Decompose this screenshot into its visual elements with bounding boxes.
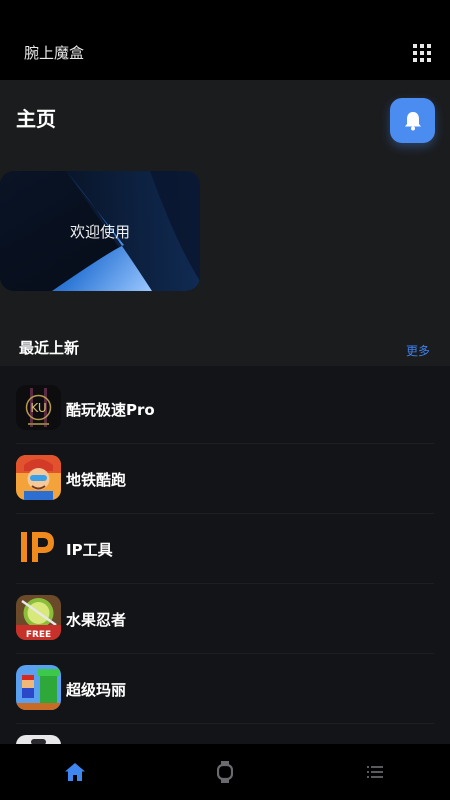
ku-logo-icon: KU [16,385,61,430]
app-name: 水果忍者 [66,611,127,629]
home-icon [65,763,85,781]
bottom-nav [0,744,450,800]
grid-menu-icon[interactable] [413,44,431,62]
list-item[interactable]: IP工具 [16,514,434,584]
recent-app-list: KU 酷玩极速Pro 地铁酷跑 IP工具 FREE 水果忍者 超级玛丽 [0,366,450,744]
app-name: 超级玛丽 [66,681,127,699]
list-item[interactable]: 超级玛丽 [16,654,434,724]
list-item[interactable] [16,724,434,744]
list-icon [367,766,383,778]
app-name: 地铁酷跑 [66,471,127,489]
app-bar: 腕上魔盒 [0,0,450,80]
section-title-recent: 最近上新 [19,339,80,357]
tab-home[interactable] [0,744,150,800]
list-item[interactable]: KU 酷玩极速Pro [16,374,434,444]
app-name: 酷玩极速Pro [66,401,155,419]
svg-text:FREE: FREE [26,630,51,640]
super-mario-icon [16,665,61,710]
notification-button[interactable] [390,98,435,143]
bell-icon [404,111,421,130]
list-item[interactable]: 地铁酷跑 [16,444,434,514]
more-link[interactable]: 更多 [406,342,430,359]
app-name: IP工具 [66,541,113,559]
svg-text:KU: KU [30,401,46,415]
list-item[interactable]: FREE 水果忍者 [16,584,434,654]
tab-list[interactable] [300,744,450,800]
tab-watch[interactable] [150,744,300,800]
partial-app-icon [16,735,61,744]
welcome-banner[interactable]: 欢迎使用 [0,171,200,291]
app-title: 腕上魔盒 [24,44,85,62]
ip-logo-icon [16,525,61,570]
page-title: 主页 [16,107,56,131]
banner-text: 欢迎使用 [69,222,130,241]
fruit-ninja-icon: FREE [16,595,61,640]
subway-surfers-icon [16,455,61,500]
watch-icon [217,761,233,783]
